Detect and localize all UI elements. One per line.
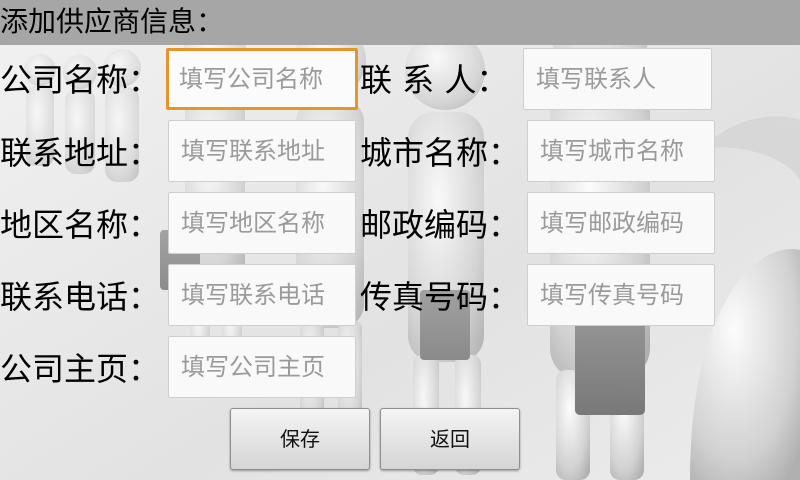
save-button[interactable]: 保存 xyxy=(230,408,370,470)
address-label: 联系地址： xyxy=(0,134,161,172)
region-label: 地区名称： xyxy=(0,206,161,244)
homepage-label: 公司主页： xyxy=(0,350,161,388)
address-input[interactable]: 填写联系地址 xyxy=(168,120,356,182)
back-button[interactable]: 返回 xyxy=(380,408,520,470)
postal-code-label: 邮政编码： xyxy=(360,206,521,244)
fax-placeholder: 填写传真号码 xyxy=(540,281,684,309)
contact-person-placeholder: 填写联系人 xyxy=(536,65,656,93)
phone-input[interactable]: 填写联系电话 xyxy=(168,264,356,326)
page-title: 添加供应商信息： xyxy=(0,5,225,38)
phone-placeholder: 填写联系电话 xyxy=(181,281,325,309)
city-input[interactable]: 填写城市名称 xyxy=(527,120,715,182)
company-name-placeholder: 填写公司名称 xyxy=(179,65,323,93)
postal-code-input[interactable]: 填写邮政编码 xyxy=(527,192,715,254)
city-placeholder: 填写城市名称 xyxy=(540,137,684,165)
contact-person-label: 联 系 人： xyxy=(360,61,509,99)
city-label: 城市名称： xyxy=(360,134,521,172)
company-name-label: 公司名称： xyxy=(0,61,161,99)
homepage-input[interactable]: 填写公司主页 xyxy=(168,336,356,398)
phone-label: 联系电话： xyxy=(0,278,161,316)
contact-person-input[interactable]: 填写联系人 xyxy=(523,48,712,110)
address-placeholder: 填写联系地址 xyxy=(181,137,325,165)
fax-input[interactable]: 填写传真号码 xyxy=(527,264,715,326)
region-input[interactable]: 填写地区名称 xyxy=(168,192,356,254)
title-bar: 添加供应商信息： xyxy=(0,0,800,45)
region-placeholder: 填写地区名称 xyxy=(181,209,325,237)
postal-code-placeholder: 填写邮政编码 xyxy=(540,209,684,237)
fax-label: 传真号码： xyxy=(360,278,521,316)
homepage-placeholder: 填写公司主页 xyxy=(181,353,325,381)
company-name-input[interactable]: 填写公司名称 xyxy=(166,48,358,110)
